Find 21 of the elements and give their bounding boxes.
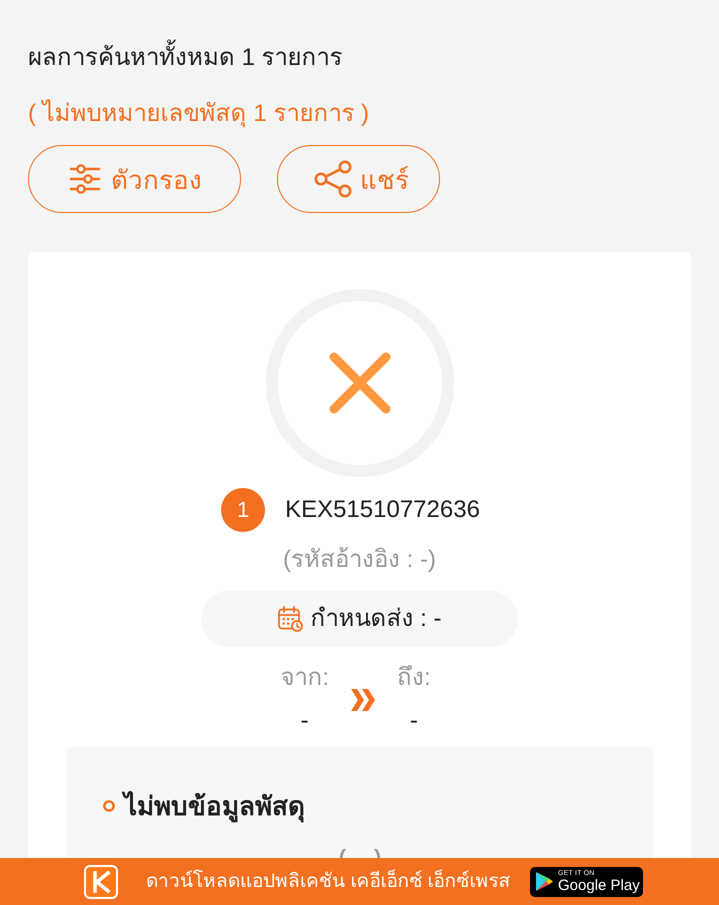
share-button[interactable]: แชร์ (277, 145, 440, 213)
double-chevron-icon (351, 688, 375, 710)
calendar-clock-icon (278, 606, 302, 632)
destination-value: - (410, 706, 418, 736)
app-download-text: ดาวน์โหลดแอปพลิเคชัน เคอีเอ็กซ์ เอ็กซ์เพรส (146, 868, 511, 894)
origin-label: จาก: (280, 663, 329, 693)
tracking-number: KEX51510772636 (285, 495, 480, 525)
sliders-icon (69, 164, 101, 194)
bullet-ring-icon (103, 800, 115, 812)
details-heading: ไม่พบข้อมูลพัสดุ (124, 787, 305, 825)
play-triangle-icon (536, 872, 553, 891)
not-found-note: ( ไม่พบหมายเลขพัสดุ 1 รายการ ) (28, 98, 370, 130)
filter-button[interactable]: ตัวกรอง (28, 145, 241, 213)
app-logo-icon (84, 864, 118, 898)
reference-code: (รหัสอ้างอิง : -) (283, 545, 436, 575)
results-count-title: ผลการค้นหาทั้งหมด 1 รายการ (28, 40, 343, 76)
due-date-text: กำหนดส่ง : - (310, 604, 442, 634)
share-icon (314, 160, 352, 198)
destination-label: ถึง: (397, 663, 431, 693)
origin-value: - (300, 706, 309, 736)
index-badge: 1 (221, 488, 266, 532)
